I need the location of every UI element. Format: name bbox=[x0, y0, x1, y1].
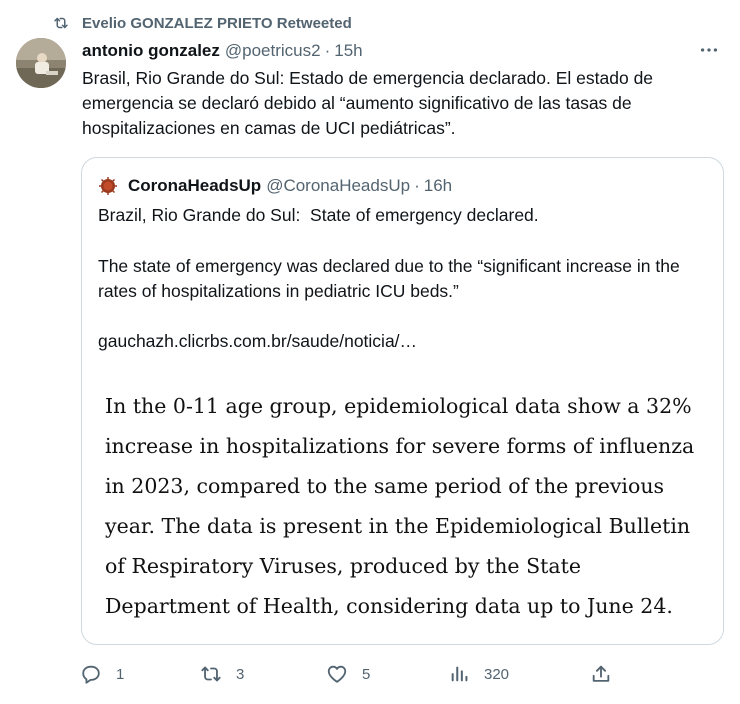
reply-icon bbox=[82, 665, 100, 684]
share-icon bbox=[592, 665, 610, 682]
retweet-indicator[interactable]: Evelio GONZALEZ PRIETO Retweeted bbox=[52, 12, 352, 34]
reply-button[interactable]: 1 bbox=[80, 658, 124, 690]
views-count: 320 bbox=[484, 665, 510, 683]
separator-dot: · bbox=[324, 41, 331, 60]
retweet-icon bbox=[52, 14, 70, 32]
quoted-text-paragraph: The state of emergency was declared due … bbox=[98, 256, 680, 301]
views-button[interactable]: 320 bbox=[448, 658, 509, 690]
quoted-link[interactable]: gauchazh.clicrbs.com.br/saude/noticia/… bbox=[98, 329, 718, 354]
retweet-label: Evelio GONZALEZ PRIETO Retweeted bbox=[82, 14, 352, 32]
retweet-button[interactable]: 3 bbox=[200, 658, 244, 690]
tweet-actions: 1 3 5 320 bbox=[78, 658, 638, 690]
like-button[interactable]: 5 bbox=[326, 658, 370, 690]
quoted-avatar bbox=[98, 176, 118, 196]
avatar[interactable] bbox=[16, 38, 66, 88]
quoted-timestamp[interactable]: 16h bbox=[424, 176, 452, 196]
heart-icon bbox=[327, 665, 347, 683]
timestamp[interactable]: 15h bbox=[334, 41, 362, 61]
quoted-tweet-header: CoronaHeadsUp @CoronaHeadsUp · 16h bbox=[98, 174, 452, 198]
like-count: 5 bbox=[362, 665, 371, 683]
quoted-text-line: Brazil, Rio Grande do Sul: State of emer… bbox=[98, 205, 539, 225]
author-name[interactable]: antonio gonzalez bbox=[82, 41, 220, 61]
quoted-author-name[interactable]: CoronaHeadsUp bbox=[128, 176, 261, 196]
more-icon bbox=[700, 48, 718, 52]
retweet-icon bbox=[201, 666, 221, 682]
tweet-text: Brasil, Rio Grande do Sul: Estado de eme… bbox=[82, 68, 654, 138]
share-button[interactable] bbox=[590, 658, 612, 690]
views-icon bbox=[451, 666, 468, 682]
quoted-author-handle[interactable]: @CoronaHeadsUp bbox=[266, 176, 410, 196]
tweet-header: antonio gonzalez @poetricus2 · 15h bbox=[82, 38, 726, 64]
tweet[interactable]: antonio gonzalez @poetricus2 · 15h Brasi… bbox=[82, 38, 726, 141]
more-button[interactable] bbox=[696, 40, 722, 60]
quoted-image-text[interactable]: In the 0-11 age group, epidemiological d… bbox=[105, 386, 705, 626]
reply-count: 1 bbox=[116, 665, 125, 683]
quoted-tweet[interactable]: CoronaHeadsUp @CoronaHeadsUp · 16h Brazi… bbox=[81, 157, 724, 645]
retweet-count: 3 bbox=[236, 665, 245, 683]
separator-dot: · bbox=[414, 176, 420, 195]
author-handle[interactable]: @poetricus2 bbox=[225, 41, 321, 61]
